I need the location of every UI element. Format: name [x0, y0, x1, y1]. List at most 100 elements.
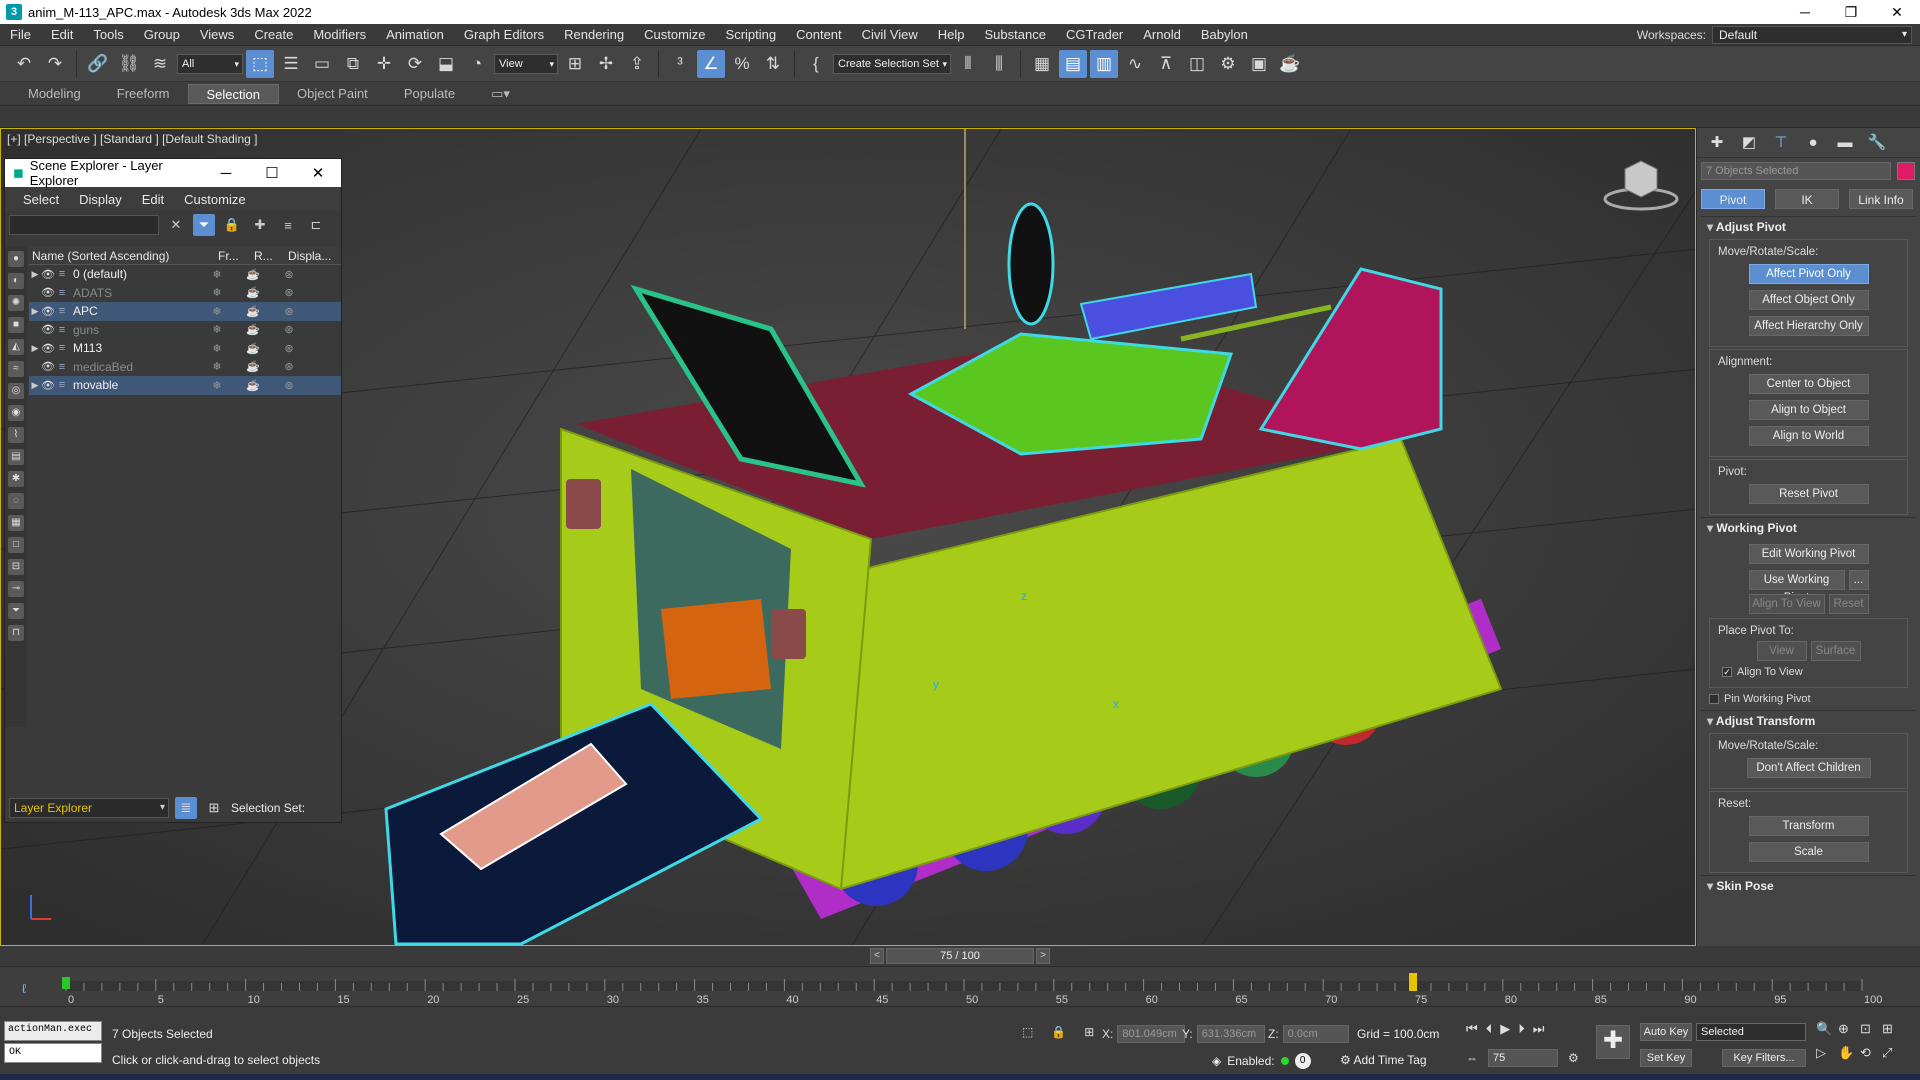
expand-arrow-icon[interactable]: ▶ — [29, 380, 41, 391]
rotate-icon[interactable]: ⟳ — [401, 50, 429, 78]
tab-modeling[interactable]: Modeling — [10, 84, 99, 104]
isolate-selection-icon[interactable]: ⬚ — [1022, 1025, 1033, 1039]
layer-row[interactable]: ▶ 👁 ≡ M113 ❄ ☕ ⊛ — [29, 339, 341, 358]
place-surface-button[interactable]: Surface — [1810, 641, 1861, 661]
curve-editor-icon[interactable]: ∿ — [1121, 50, 1149, 78]
select-manipulate-icon[interactable]: ✢ — [592, 50, 620, 78]
menu-arnold[interactable]: Arnold — [1133, 24, 1191, 46]
col-freeze[interactable]: Fr... — [215, 247, 251, 264]
align-icon[interactable]: ⫼ — [985, 50, 1013, 78]
filter-funnel-icon[interactable]: ⏷ — [8, 603, 24, 619]
display-shapes-icon[interactable]: ◐ — [8, 273, 24, 289]
rect-selection-icon[interactable]: ▭ — [308, 50, 336, 78]
edit-working-pivot-button[interactable]: Edit Working Pivot — [1748, 544, 1869, 564]
keyframe-marker[interactable] — [62, 977, 70, 989]
pin-working-pivot-checkbox[interactable]: Pin Working Pivot — [1709, 693, 1908, 705]
layer-row[interactable]: ▶ 👁 ≡ 0 (default) ❄ ☕ ⊛ — [29, 265, 341, 284]
col-display[interactable]: Displa... — [285, 247, 335, 264]
freeze-snowflake-icon[interactable]: ❄ — [199, 286, 235, 299]
freeze-snowflake-icon[interactable]: ❄ — [199, 360, 235, 373]
current-frame-marker[interactable] — [1409, 973, 1417, 991]
move-icon[interactable]: ✛ — [370, 50, 398, 78]
render-icon[interactable]: ☕ — [1276, 50, 1304, 78]
maximize-viewport-icon[interactable]: ⤢ — [1882, 1045, 1904, 1061]
render-teapot-icon[interactable]: ☕ — [235, 342, 271, 355]
menu-customize[interactable]: Customize — [634, 24, 715, 46]
undo-icon[interactable]: ↶ — [10, 50, 38, 78]
expand-arrow-icon[interactable]: ▶ — [29, 306, 41, 317]
se-search-input[interactable] — [9, 215, 159, 235]
set-key-button[interactable]: Set Key — [1640, 1049, 1692, 1067]
freeze-snowflake-icon[interactable]: ❄ — [199, 379, 235, 392]
set-keys-icon[interactable]: ✚ — [1596, 1025, 1630, 1059]
material-editor-icon[interactable]: ◫ — [1183, 50, 1211, 78]
key-mode-toggle-icon[interactable]: ⇔ — [1466, 1051, 1478, 1065]
edit-named-selection-icon[interactable]: { — [802, 50, 830, 78]
key-filters-button[interactable]: Key Filters... — [1722, 1049, 1806, 1067]
scene-explorer-minimize[interactable]: ─ — [203, 165, 249, 182]
tab-freeform[interactable]: Freeform — [99, 84, 188, 104]
freeze-snowflake-icon[interactable]: ❄ — [199, 305, 235, 318]
degradation-icon[interactable]: ◈ — [1212, 1054, 1221, 1068]
layers-stack-icon[interactable]: ≡ — [277, 214, 299, 236]
affect-pivot-only-button[interactable]: Affect Pivot Only — [1748, 264, 1869, 284]
menu-civil-view[interactable]: Civil View — [852, 24, 928, 46]
rendered-frame-icon[interactable]: ▣ — [1245, 50, 1273, 78]
visibility-eye-icon[interactable]: 👁 — [41, 286, 55, 299]
explorer-type-dropdown[interactable]: Layer Explorer — [9, 798, 169, 818]
layer-row[interactable]: 👁 ≡ medicaBed ❄ ☕ ⊛ — [29, 358, 341, 377]
hierarchy-tab-icon[interactable]: ⊤ — [1771, 133, 1791, 153]
display-helpers-icon[interactable]: ◭ — [8, 339, 24, 355]
unlink-icon[interactable]: ⛓ — [115, 50, 143, 78]
working-pivot-header[interactable]: Working Pivot — [1701, 518, 1916, 538]
selection-set-icon[interactable]: ⊞ — [203, 797, 225, 819]
zoom-all-icon[interactable]: ⊕ — [1838, 1021, 1860, 1037]
display-cameras-icon[interactable]: ■ — [8, 317, 24, 333]
z-coordinate-input[interactable] — [1282, 1025, 1349, 1043]
layers-toggle-icon[interactable]: ≣ — [175, 797, 197, 819]
zoom-extents-all-icon[interactable]: ⊞ — [1882, 1021, 1904, 1037]
scene-explorer-maximize[interactable]: ☐ — [249, 164, 295, 182]
menu-group[interactable]: Group — [134, 24, 190, 46]
visibility-eye-icon[interactable]: 👁 — [41, 305, 55, 318]
place-view-button[interactable]: View — [1756, 641, 1807, 661]
working-pivot-reset-button[interactable]: Reset — [1828, 594, 1869, 614]
maxscript-listener-input[interactable]: actionMan.exec — [4, 1021, 102, 1041]
play-icon[interactable]: ▶ — [1500, 1021, 1510, 1037]
tab-populate[interactable]: Populate — [386, 84, 473, 104]
frame-counter[interactable]: 75 / 100 — [886, 948, 1034, 964]
ik-subtab[interactable]: IK — [1775, 189, 1839, 209]
pivot-center-icon[interactable]: ⊞ — [561, 50, 589, 78]
menu-create[interactable]: Create — [244, 24, 303, 46]
se-menu-edit[interactable]: Edit — [132, 192, 174, 207]
reset-transform-button[interactable]: Transform — [1748, 816, 1869, 836]
layer-explorer-icon[interactable]: ▤ — [1059, 49, 1087, 78]
previous-frame-icon[interactable]: ⏴ — [1486, 1021, 1493, 1037]
menu-substance[interactable]: Substance — [975, 24, 1056, 46]
enabled-count[interactable]: 0 — [1294, 1053, 1311, 1069]
redo-icon[interactable]: ↷ — [41, 50, 69, 78]
menu-babylon[interactable]: Babylon — [1191, 24, 1258, 46]
current-frame-input[interactable]: 75 — [1488, 1049, 1558, 1067]
mirror-icon[interactable]: ⫴ — [954, 50, 982, 78]
zoom-icon[interactable]: 🔍 — [1816, 1021, 1838, 1037]
fov-icon[interactable]: ▷ — [1816, 1045, 1838, 1061]
x-coordinate-input[interactable] — [1117, 1025, 1186, 1043]
menu-modifiers[interactable]: Modifiers — [303, 24, 376, 46]
menu-file[interactable]: File — [0, 24, 41, 46]
affect-hierarchy-only-button[interactable]: Affect Hierarchy Only — [1748, 316, 1869, 336]
layer-row[interactable]: 👁 ≡ ADATS ❄ ☕ ⊛ — [29, 284, 341, 303]
clear-search-icon[interactable]: ✕ — [165, 214, 187, 236]
pan-icon[interactable]: ✋ — [1838, 1045, 1860, 1061]
go-to-end-icon[interactable]: ⏭ — [1533, 1021, 1545, 1037]
freeze-snowflake-icon[interactable]: ❄ — [199, 342, 235, 355]
key-mode-dropdown[interactable]: Selected — [1696, 1023, 1806, 1041]
workspace-dropdown[interactable]: Default — [1712, 25, 1912, 44]
percent-snap-icon[interactable]: % — [728, 50, 756, 78]
freeze-snowflake-icon[interactable]: ❄ — [199, 323, 235, 336]
adjust-transform-header[interactable]: Adjust Transform — [1701, 711, 1916, 731]
time-config-icon[interactable]: ⚙ — [1568, 1051, 1579, 1065]
object-name-field[interactable] — [1701, 162, 1891, 180]
menu-animation[interactable]: Animation — [376, 24, 454, 46]
angle-snap-icon[interactable]: ∠ — [697, 49, 725, 78]
